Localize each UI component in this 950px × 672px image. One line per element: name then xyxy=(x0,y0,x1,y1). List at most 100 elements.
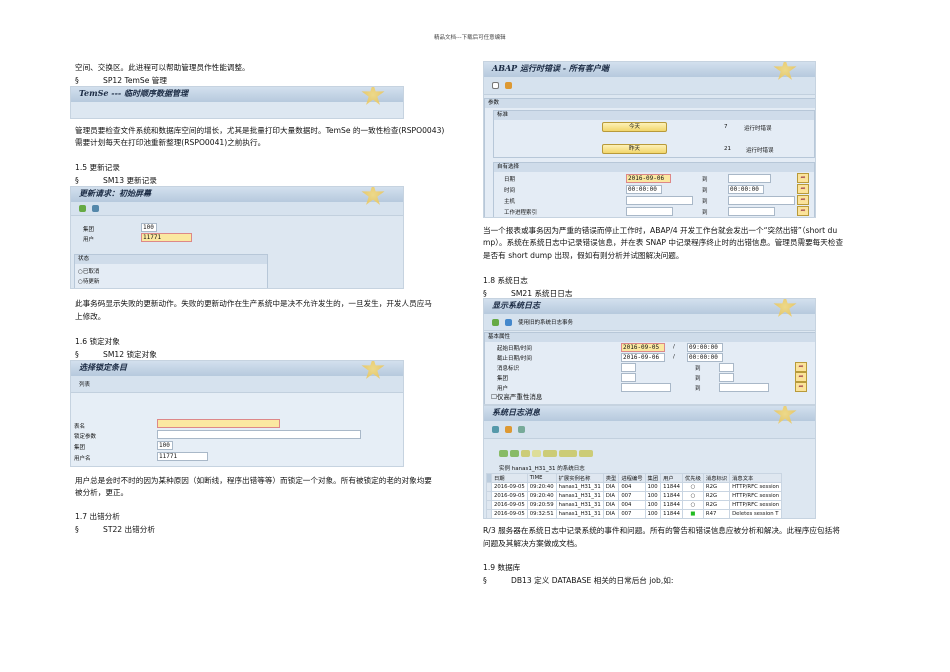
today-label: 运行时错误 xyxy=(744,126,772,132)
column-header[interactable]: 进程编号 xyxy=(618,473,646,483)
table-row[interactable]: 2016-09-05 09:20:59 hanas1_H31_31 DIA 004 100… xyxy=(486,500,783,510)
radio-cancelled[interactable]: ○已取消 xyxy=(78,267,99,275)
syslog-table: 日期 TIME 扩展实例名称 类型 进程编号 集团 用户 优先级 消息标识 消息文本 2016-0… xyxy=(486,473,783,518)
multi-select-button[interactable]: ➦ xyxy=(797,195,809,205)
date-input[interactable]: 2016-09-06 xyxy=(626,174,671,183)
table-row[interactable]: 2016-09-05 09:20:40 hanas1_H31_31 DIA 007 100… xyxy=(486,491,783,501)
sum-icon[interactable] xyxy=(543,450,557,457)
column-header[interactable]: 扩展实例名称 xyxy=(555,473,604,483)
screen-title: 更新请求：初始屏幕 xyxy=(71,187,403,205)
menu-bar: 列表 xyxy=(71,376,403,393)
time-to-input[interactable]: 00:00:00 xyxy=(728,185,764,194)
column-header[interactable]: 消息文本 xyxy=(729,473,783,483)
column-header[interactable]: 消息标识 xyxy=(702,473,731,483)
menu-list[interactable]: 列表 xyxy=(79,380,90,388)
user-input[interactable]: 11771 xyxy=(141,233,192,242)
execute-icon[interactable] xyxy=(492,318,499,326)
host-to-input[interactable] xyxy=(728,196,795,205)
paragraph: 此事务码显示失败的更新动作。失败的更新动作在生产系统中是决不允许发生的，一旦发生… xyxy=(75,299,432,308)
new-icon[interactable] xyxy=(492,82,499,89)
client-input[interactable]: 100 xyxy=(157,441,173,450)
user-label: 用户 xyxy=(497,386,509,392)
screen-title: TemSe --- 临时顺序数据管理 xyxy=(71,87,403,105)
bullet: § xyxy=(483,289,487,298)
table-cell: 100 xyxy=(644,482,662,492)
multi-select-button[interactable]: ➦ xyxy=(795,372,807,382)
column-header[interactable]: TIME xyxy=(526,473,557,483)
column-header[interactable]: 优先级 xyxy=(681,473,704,483)
table-cell: 2016-09-05 xyxy=(491,491,528,501)
table-row[interactable]: 2016-09-05 09:32:51 hanas1_H31_31 DIA 007 100… xyxy=(486,509,783,518)
multi-select-button[interactable]: ➦ xyxy=(797,206,809,216)
lock-arg-input[interactable] xyxy=(157,430,361,439)
toolbar xyxy=(71,202,403,216)
client-to-input[interactable] xyxy=(719,373,734,382)
today-button[interactable]: 今天 xyxy=(602,122,667,132)
time-input[interactable]: 00:00:00 xyxy=(626,185,662,194)
table-cell: 09:20:40 xyxy=(526,491,557,501)
table-cell: R2G xyxy=(702,491,731,501)
bullet: § xyxy=(75,76,79,85)
table-cell: DIA xyxy=(602,500,620,510)
radio-pending[interactable]: ○待更新 xyxy=(78,277,99,285)
host-input[interactable] xyxy=(626,196,693,205)
severe-only-checkbox[interactable]: ☐仅高严重性消息 xyxy=(491,394,542,401)
free-selection-group: 自有选择 日期 2016-09-06 到 ➦ 时间 00:00:00 到 00:… xyxy=(493,162,815,217)
settings-icon[interactable] xyxy=(92,205,99,212)
analysis-icon[interactable] xyxy=(505,426,512,433)
table-cell: ○ xyxy=(681,491,704,501)
instance-caption: 实例 hanas1_H31_31 的系统日志 xyxy=(499,466,585,472)
user-to-input[interactable] xyxy=(719,383,769,392)
client-label: 集团 xyxy=(74,445,86,451)
section-heading: 1.5 更新记录 xyxy=(75,163,120,172)
table-row[interactable]: 2016-09-05 09:20:40 hanas1_H31_31 DIA 004 100… xyxy=(486,482,783,492)
table-cell: 2016-09-05 xyxy=(491,509,528,518)
old-syslog-button[interactable]: 使用旧的系统日志事务 xyxy=(518,318,573,326)
bullet: § xyxy=(75,525,79,534)
column-header[interactable]: 用户 xyxy=(660,473,683,483)
sm21-screenshot: 显示系统日志 使用旧的系统日志事务 基本属性 起始日期/时间 2016-09-0… xyxy=(483,298,816,405)
info-icon[interactable] xyxy=(505,318,512,326)
wp-index-input[interactable] xyxy=(626,207,673,216)
multi-select-button[interactable]: ➦ xyxy=(797,184,809,194)
refresh-icon[interactable] xyxy=(492,426,499,433)
group-title: 参数 xyxy=(485,99,815,108)
table-cell: 09:32:51 xyxy=(526,509,557,518)
layout-icon[interactable] xyxy=(579,450,593,457)
table-cell: 11844 xyxy=(660,491,683,501)
params-group: 参数 标准 今天 7 运行时错误 昨天 21 运行时错误 自有选择 日期 201… xyxy=(484,98,815,217)
msgid-input[interactable] xyxy=(621,363,636,372)
screen-title: 选择锁定条目 xyxy=(71,361,403,379)
end-label: 截止日期/时间 xyxy=(497,356,532,362)
column-header[interactable]: 日期 xyxy=(491,473,528,483)
start-time-input[interactable]: 09:00:00 xyxy=(687,343,723,352)
table-name-input[interactable] xyxy=(157,419,280,428)
end-time-input[interactable]: 00:00:00 xyxy=(687,353,723,362)
start-date-input[interactable]: 2016-09-05 xyxy=(621,343,665,352)
find-next-icon[interactable] xyxy=(532,450,541,457)
client-input[interactable]: 100 xyxy=(141,223,157,232)
search-icon[interactable] xyxy=(518,426,525,433)
find-icon[interactable] xyxy=(521,450,530,457)
multi-select-button[interactable]: ➦ xyxy=(795,362,807,372)
paragraph: 是否有 short dump 出现，假如有则分析并试图解决问题。 xyxy=(483,251,684,260)
column-header[interactable]: 类型 xyxy=(602,473,620,483)
sort-asc-icon[interactable] xyxy=(499,450,508,457)
user-input[interactable] xyxy=(621,383,671,392)
client-input[interactable] xyxy=(621,373,636,382)
column-header[interactable]: 集团 xyxy=(644,473,662,483)
wp-index-to-input[interactable] xyxy=(728,207,775,216)
analysis-icon[interactable] xyxy=(505,82,512,89)
export-icon[interactable] xyxy=(559,450,577,457)
multi-select-button[interactable]: ➦ xyxy=(797,173,809,183)
table-cell: R2G xyxy=(702,500,731,510)
yesterday-button[interactable]: 昨天 xyxy=(602,144,667,154)
sort-desc-icon[interactable] xyxy=(510,450,519,457)
date-to-input[interactable] xyxy=(728,174,771,183)
multi-select-button[interactable]: ➦ xyxy=(795,382,807,392)
msgid-to-input[interactable] xyxy=(719,363,734,372)
execute-icon[interactable] xyxy=(79,205,86,212)
end-date-input[interactable]: 2016-09-06 xyxy=(621,353,665,362)
user-input[interactable]: 11771 xyxy=(157,452,208,461)
section-item-sm12: § SM12 锁定对象 xyxy=(75,349,157,360)
